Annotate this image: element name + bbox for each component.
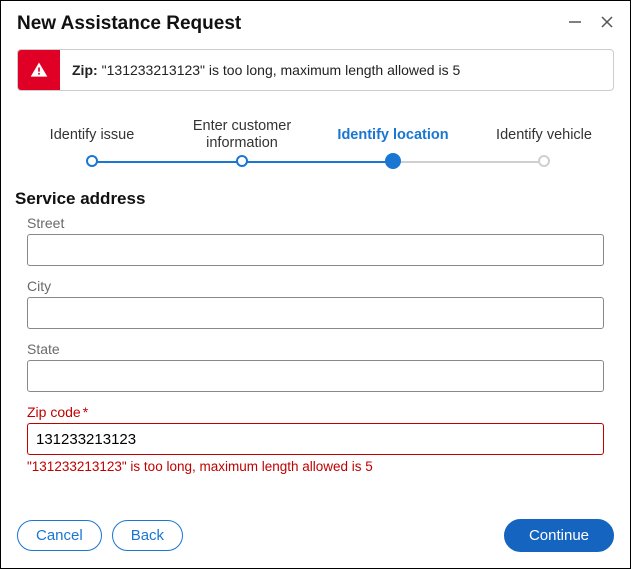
error-alert: Zip: "131233213123" is too long, maximum… [17, 49, 614, 91]
modal-new-assistance-request: New Assistance Request Zip: "13123321312… [0, 0, 631, 569]
titlebar: New Assistance Request [1, 1, 630, 43]
state-input[interactable] [27, 360, 604, 392]
footer: Cancel Back Continue [1, 505, 630, 568]
title-actions [568, 15, 614, 33]
field-zip: Zip code* "131233213123" is too long, ma… [27, 404, 604, 474]
alert-message: "131233213123" is too long, maximum leng… [102, 62, 461, 78]
step-identify-vehicle[interactable]: Identify vehicle [496, 127, 592, 144]
step-dot-3 [385, 153, 401, 169]
service-address-form: Street City State Zip code* "13123321312… [1, 215, 630, 486]
continue-button[interactable]: Continue [504, 519, 614, 552]
zip-error-message: "131233213123" is too long, maximum leng… [27, 459, 604, 474]
modal-title: New Assistance Request [17, 13, 241, 35]
zip-label: Zip code* [27, 404, 604, 420]
close-icon[interactable] [600, 15, 614, 33]
step-identify-location[interactable]: Identify location [337, 127, 448, 144]
city-input[interactable] [27, 297, 604, 329]
cancel-button[interactable]: Cancel [17, 520, 102, 551]
alert-warning-icon [18, 50, 60, 90]
street-input[interactable] [27, 234, 604, 266]
step-dot-1 [86, 155, 98, 167]
alert-field-label: Zip: [72, 62, 98, 78]
step-identify-issue[interactable]: Identify issue [50, 127, 135, 144]
stepper: Identify issue Enter customer informatio… [17, 115, 614, 173]
state-label: State [27, 341, 604, 357]
alert-text: Zip: "131233213123" is too long, maximum… [60, 50, 472, 90]
step-dot-4 [538, 155, 550, 167]
street-label: Street [27, 215, 604, 231]
step-enter-customer-info[interactable]: Enter customer information [193, 118, 291, 151]
zip-input[interactable] [27, 423, 604, 455]
stepper-line-pending [393, 161, 544, 163]
field-state: State [27, 341, 604, 392]
section-title: Service address [15, 189, 616, 209]
field-street: Street [27, 215, 604, 266]
required-asterisk: * [83, 404, 88, 420]
field-city: City [27, 278, 604, 329]
step-dot-2 [236, 155, 248, 167]
minimize-icon[interactable] [568, 15, 582, 33]
city-label: City [27, 278, 604, 294]
back-button[interactable]: Back [112, 520, 183, 551]
